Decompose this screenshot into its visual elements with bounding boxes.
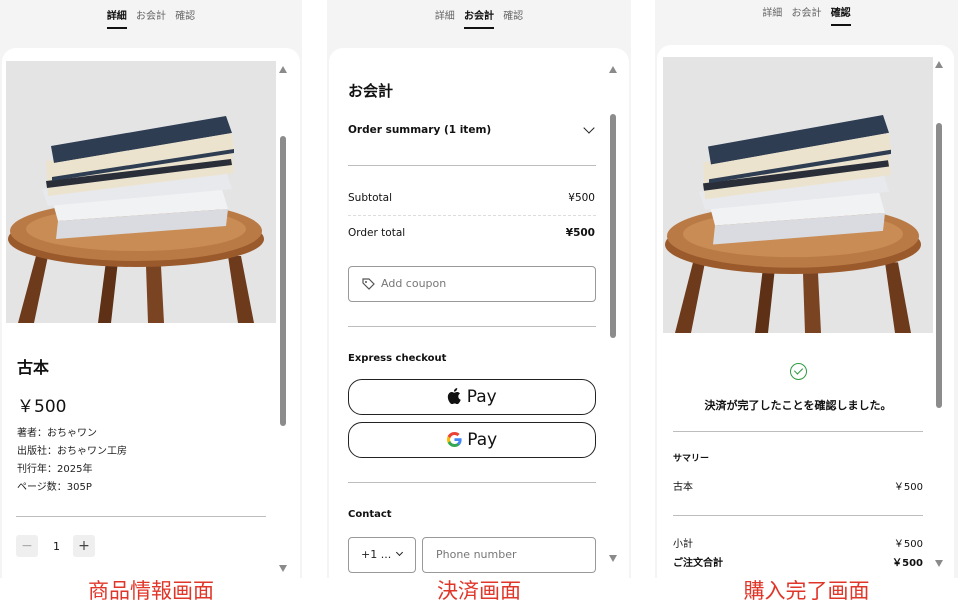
order-summary-toggle[interactable]: Order summary (1 item) bbox=[348, 124, 491, 136]
item-price: ￥500 bbox=[893, 482, 923, 493]
chevron-down-icon bbox=[395, 548, 404, 557]
caption-checkout: 決済画面 bbox=[437, 579, 521, 603]
summary-label: サマリー bbox=[673, 454, 710, 464]
subtotal-value: ¥500 bbox=[568, 192, 595, 204]
express-checkout-label: Express checkout bbox=[348, 353, 447, 364]
country-code-value: +1 ... bbox=[361, 548, 392, 561]
divider bbox=[673, 515, 923, 516]
quantity-value: 1 bbox=[53, 540, 60, 553]
tab-checkout[interactable]: お会計 bbox=[136, 7, 166, 27]
total-label: ご注文合計 bbox=[673, 558, 723, 569]
contact-label: Contact bbox=[348, 509, 392, 520]
google-pay-button[interactable]: Pay bbox=[348, 422, 596, 458]
tab-bar: 詳細 お会計 確認 bbox=[327, 7, 631, 29]
checkout-card: お会計 Order summary (1 item) Subtotal ¥500… bbox=[329, 48, 629, 578]
confirm-card: 決済が完了したことを確認しました。 サマリー 古本 ￥500 小計 ￥500 ご… bbox=[657, 45, 954, 578]
google-g-icon bbox=[446, 432, 462, 447]
meta-pages: ページ数：305P bbox=[17, 482, 92, 493]
scroll-thumb[interactable] bbox=[280, 136, 286, 426]
chevron-down-icon[interactable] bbox=[583, 122, 595, 134]
dashed-divider bbox=[348, 215, 596, 216]
scroll-down-icon[interactable] bbox=[609, 555, 617, 562]
confirm-panel: 詳細 お会計 確認 決済が完了したことを確認しました。 サマリー 古本 ￥500… bbox=[655, 0, 958, 578]
product-image bbox=[6, 61, 276, 323]
tab-checkout[interactable]: お会計 bbox=[464, 7, 494, 29]
divider bbox=[348, 165, 596, 166]
scroll-up-icon[interactable] bbox=[279, 66, 287, 73]
scroll-down-icon[interactable] bbox=[279, 565, 287, 572]
tag-icon bbox=[362, 278, 375, 290]
book-stool-illustration bbox=[663, 57, 933, 333]
coupon-input[interactable]: Add coupon bbox=[348, 266, 596, 302]
meta-publisher: 出版社：おちゃワン工房 bbox=[17, 446, 127, 457]
apple-pay-button[interactable]: Pay bbox=[348, 379, 596, 415]
product-panel: 詳細 お会計 確認 古本 ￥500 著者：おちゃワン 出版社：おちゃワン工房 刊… bbox=[0, 0, 302, 578]
tab-bar: 詳細 お会計 確認 bbox=[655, 4, 958, 26]
check-circle-icon bbox=[790, 363, 807, 380]
scroll-thumb[interactable] bbox=[610, 114, 616, 338]
total-value: ￥500 bbox=[892, 558, 923, 569]
book-stool-illustration bbox=[6, 61, 276, 323]
phone-placeholder: Phone number bbox=[436, 548, 517, 561]
product-card: 古本 ￥500 著者：おちゃワン 出版社：おちゃワン工房 刊行年：2025年 ペ… bbox=[2, 48, 300, 578]
tab-confirm[interactable]: 確認 bbox=[503, 7, 523, 27]
coupon-placeholder: Add coupon bbox=[381, 277, 447, 290]
subtotal-label: 小計 bbox=[673, 539, 693, 550]
meta-author: 著者：おちゃワン bbox=[17, 428, 97, 439]
product-title: 古本 bbox=[17, 358, 50, 377]
divider bbox=[673, 431, 923, 432]
tab-bar: 詳細 お会計 確認 bbox=[0, 7, 302, 29]
tab-confirm[interactable]: 確認 bbox=[830, 4, 851, 26]
country-code-select[interactable]: +1 ... bbox=[348, 537, 416, 573]
quantity-decrease-button[interactable]: − bbox=[16, 535, 38, 557]
apple-pay-label: Pay bbox=[461, 387, 497, 407]
divider bbox=[348, 482, 596, 483]
tab-checkout[interactable]: お会計 bbox=[792, 4, 822, 24]
tab-confirm[interactable]: 確認 bbox=[175, 7, 195, 27]
order-total-value: ¥500 bbox=[565, 227, 595, 239]
item-name: 古本 bbox=[673, 482, 693, 493]
scrollbar[interactable] bbox=[933, 55, 945, 573]
scrollbar[interactable] bbox=[607, 60, 619, 568]
divider bbox=[16, 516, 266, 517]
product-meta: 著者：おちゃワン 出版社：おちゃワン工房 刊行年：2025年 ページ数：305P bbox=[17, 425, 127, 497]
tab-details[interactable]: 詳細 bbox=[762, 4, 782, 24]
apple-icon bbox=[448, 388, 462, 405]
product-price: ￥500 bbox=[17, 397, 67, 417]
scroll-thumb[interactable] bbox=[936, 123, 942, 408]
checkout-panel: 詳細 お会計 確認 お会計 Order summary (1 item) Sub… bbox=[327, 0, 631, 578]
caption-product: 商品情報画面 bbox=[88, 579, 214, 603]
divider bbox=[348, 326, 596, 327]
caption-confirm: 購入完了画面 bbox=[743, 579, 870, 603]
order-total-label: Order total bbox=[348, 227, 406, 239]
scrollbar[interactable] bbox=[277, 60, 289, 578]
scroll-up-icon[interactable] bbox=[609, 66, 617, 73]
tab-details[interactable]: 詳細 bbox=[435, 7, 455, 27]
product-image bbox=[663, 57, 933, 333]
subtotal-value: ￥500 bbox=[893, 539, 923, 550]
quantity-increase-button[interactable]: + bbox=[73, 535, 95, 557]
scroll-down-icon[interactable] bbox=[935, 560, 943, 567]
meta-year: 刊行年：2025年 bbox=[17, 464, 93, 475]
google-pay-label: Pay bbox=[467, 430, 498, 450]
phone-input[interactable]: Phone number bbox=[422, 537, 596, 573]
tab-details[interactable]: 詳細 bbox=[106, 7, 127, 29]
confirmation-message: 決済が完了したことを確認しました。 bbox=[704, 399, 892, 412]
scroll-up-icon[interactable] bbox=[935, 61, 943, 68]
subtotal-label: Subtotal bbox=[348, 192, 392, 204]
checkout-title: お会計 bbox=[348, 82, 394, 100]
